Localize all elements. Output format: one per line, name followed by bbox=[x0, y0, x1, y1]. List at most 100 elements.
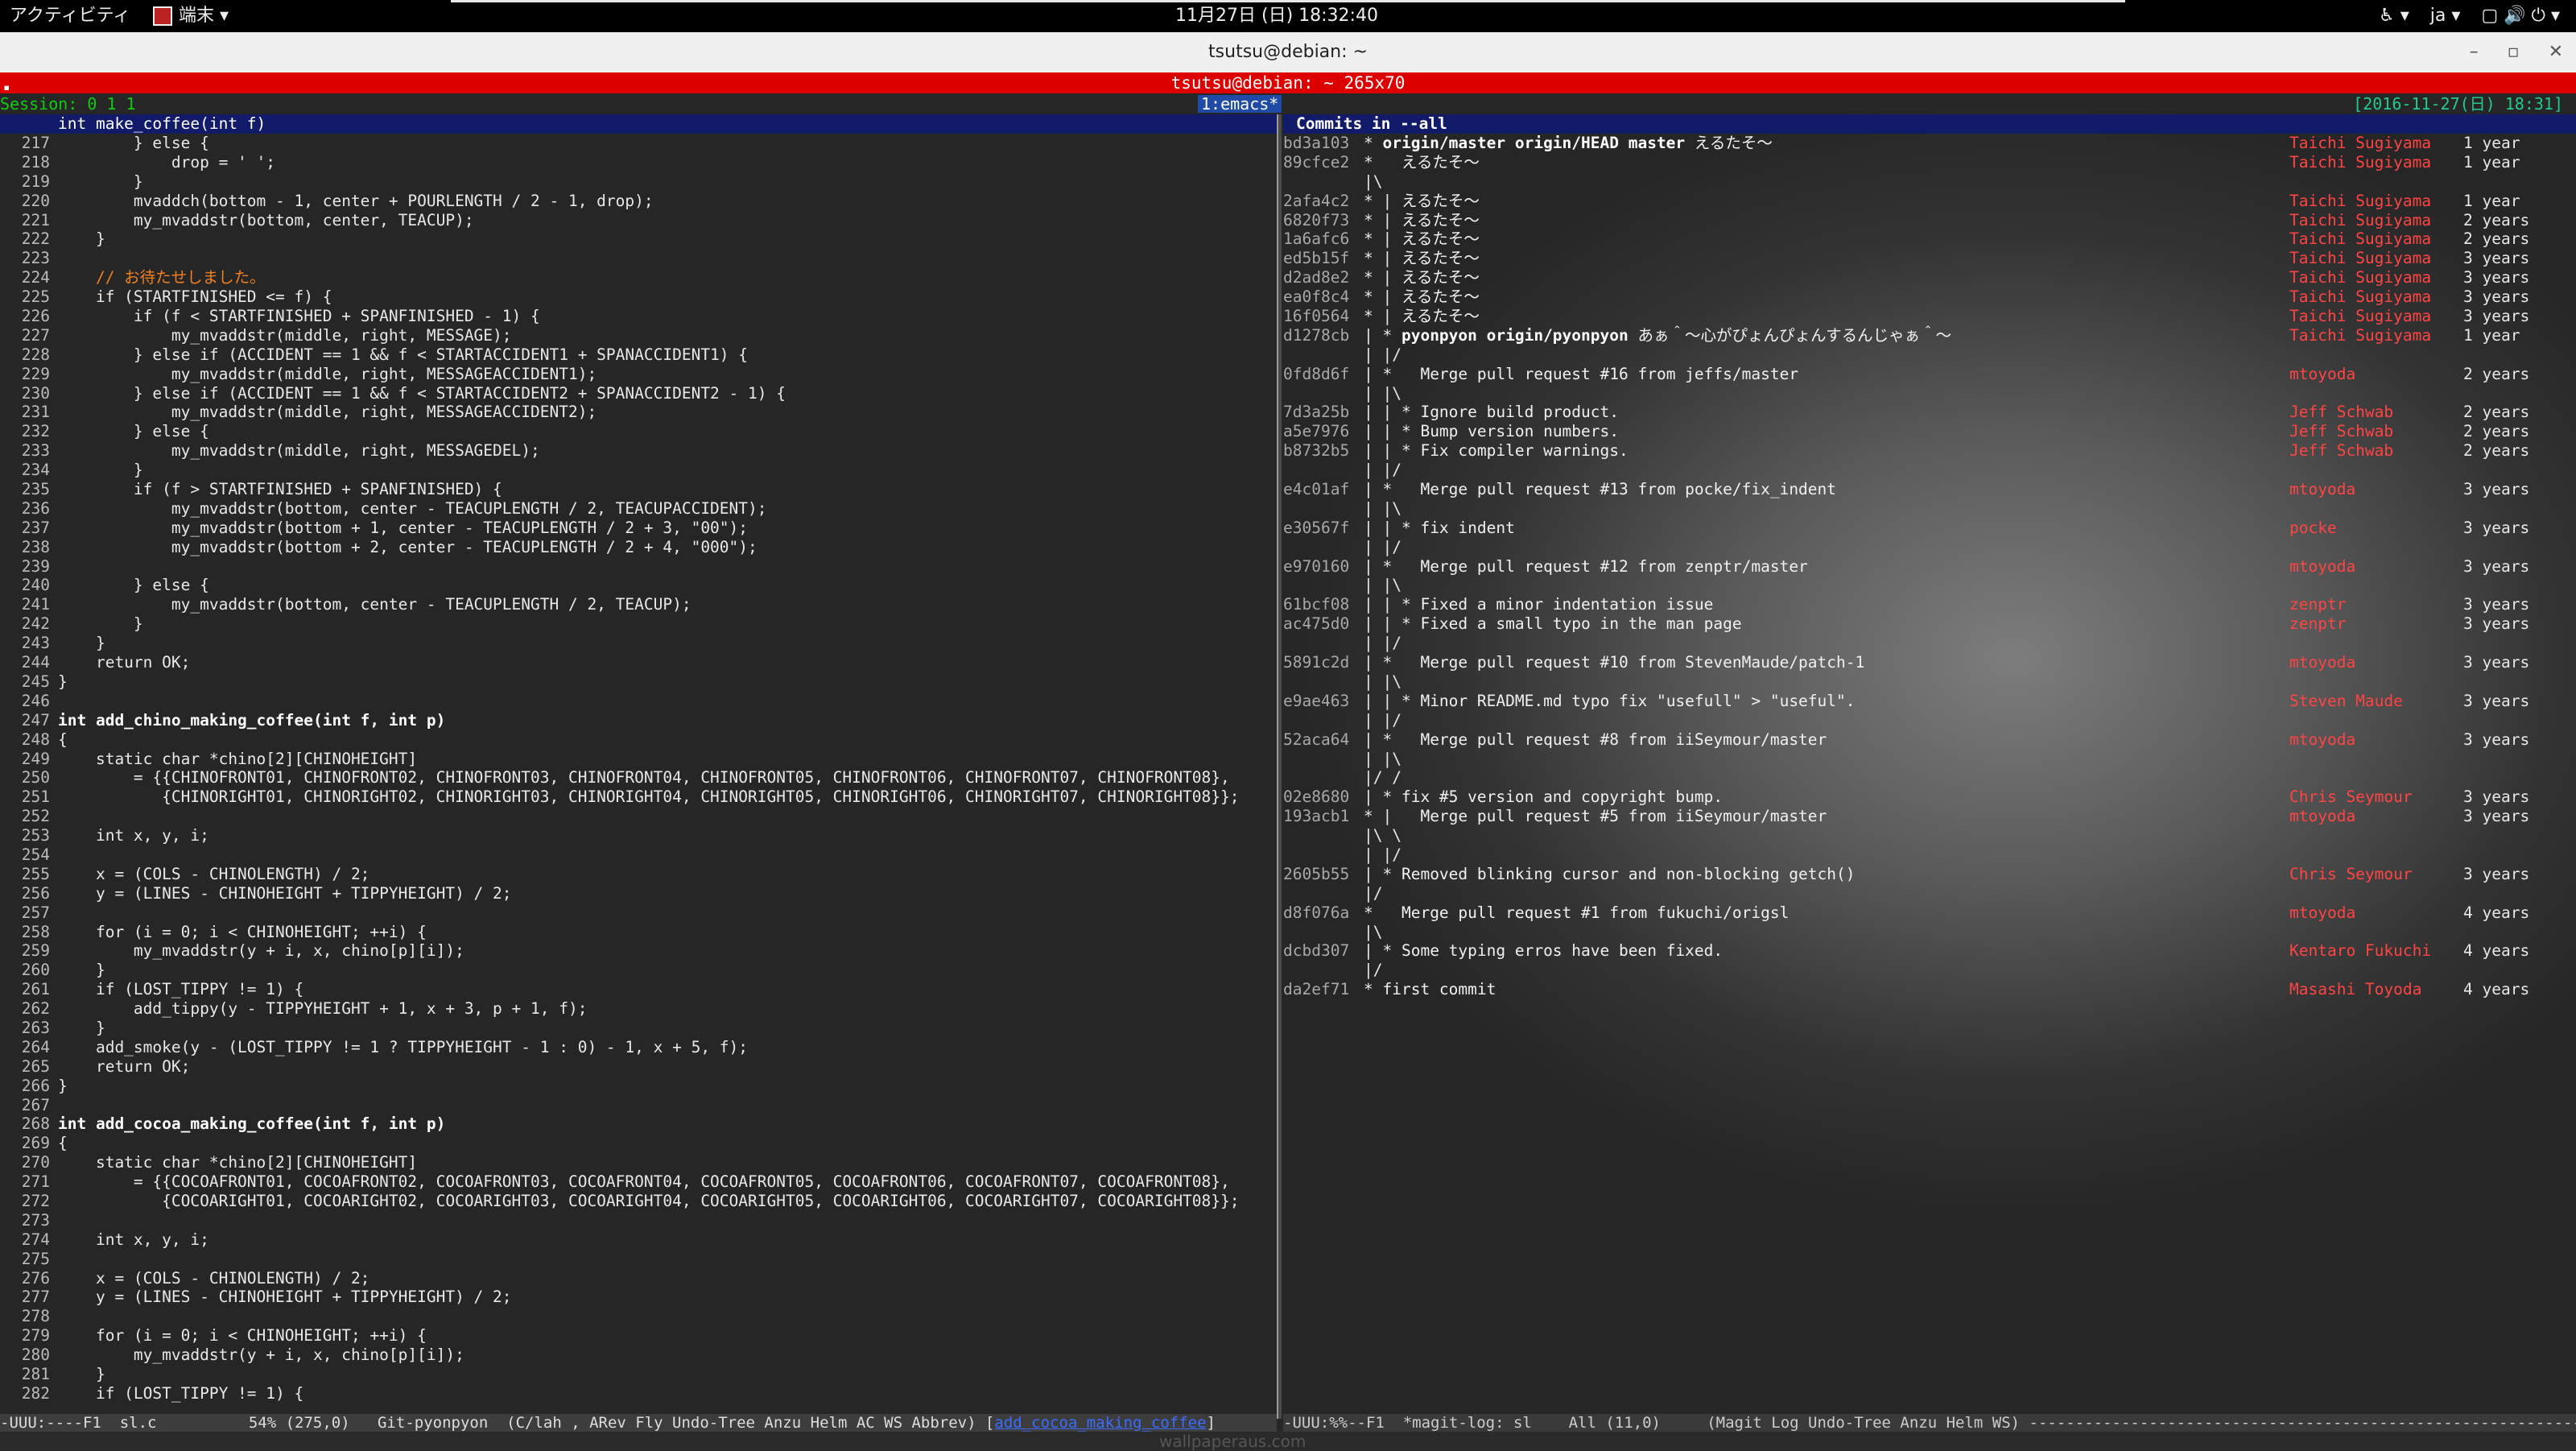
code-line[interactable]: 252 bbox=[0, 807, 1277, 826]
code-line[interactable]: 245} bbox=[0, 672, 1277, 692]
tmux-window-name[interactable]: 1:emacs* bbox=[1198, 95, 1282, 113]
commit-row[interactable]: e4c01af | * Merge pull request #13 from p… bbox=[1283, 480, 2576, 499]
maximize-button[interactable]: ▫ bbox=[2508, 32, 2520, 72]
commit-row[interactable]: 16f0564 * | えるたそ〜 Taichi Sugiyama 3 years bbox=[1283, 307, 2576, 326]
code-line[interactable]: 238 my_mvaddstr(bottom + 2, center - TEA… bbox=[0, 538, 1277, 557]
code-line[interactable]: 227 my_mvaddstr(middle, right, MESSAGE); bbox=[0, 326, 1277, 345]
code-line[interactable]: 254 bbox=[0, 845, 1277, 865]
commit-hash[interactable]: dcbd307 bbox=[1283, 941, 1360, 961]
code-line[interactable]: 262 add_tippy(y - TIPPYHEIGHT + 1, x + 3… bbox=[0, 999, 1277, 1019]
commit-hash[interactable]: 16f0564 bbox=[1283, 307, 1360, 326]
code-line[interactable]: 223 bbox=[0, 249, 1277, 268]
code-line[interactable]: 226 if (f < STARTFINISHED + SPANFINISHED… bbox=[0, 307, 1277, 326]
commit-hash[interactable]: ed5b15f bbox=[1283, 249, 1360, 268]
commit-hash[interactable]: e970160 bbox=[1283, 557, 1360, 577]
code-line[interactable]: 251 {CHINORIGHT01, CHINORIGHT02, CHINORI… bbox=[0, 788, 1277, 807]
system-menu[interactable]: ▢ 🔊 ⏻ ▾ bbox=[2481, 0, 2560, 32]
code-line[interactable]: 280 my_mvaddstr(y + i, x, chino[p][i]); bbox=[0, 1346, 1277, 1365]
code-line[interactable]: 242 } bbox=[0, 614, 1277, 634]
commit-hash[interactable]: 89cfce2 bbox=[1283, 153, 1360, 172]
commit-row[interactable]: 7d3a25b | | * Ignore build product. Jeff S… bbox=[1283, 403, 2576, 422]
commit-row[interactable]: 89cfce2 * えるたそ〜 Taichi Sugiyama 1 year bbox=[1283, 153, 2576, 172]
commit-row[interactable]: e970160 | * Merge pull request #12 from z… bbox=[1283, 557, 2576, 577]
code-line[interactable]: 220 mvaddch(bottom - 1, center + POURLEN… bbox=[0, 192, 1277, 211]
code-line[interactable]: 247 int add_chino_making_coffee(int f, in… bbox=[0, 711, 1277, 730]
commit-row[interactable]: 02e8680 | * fix #5 version and copyright … bbox=[1283, 788, 2576, 807]
code-line[interactable]: 241 my_mvaddstr(bottom, center - TEACUPL… bbox=[0, 595, 1277, 614]
commit-row[interactable]: d2ad8e2 * | えるたそ〜 Taichi Sugiyama 3 years bbox=[1283, 268, 2576, 287]
code-line[interactable]: 222 } bbox=[0, 229, 1277, 249]
commit-row[interactable]: e30567f | | * fix indent pocke 3 years bbox=[1283, 519, 2576, 538]
commit-row[interactable]: e9ae463 | | * Minor README.md typo fix "u… bbox=[1283, 692, 2576, 711]
code-line[interactable]: 235 if (f > STARTFINISHED + SPANFINISHED… bbox=[0, 480, 1277, 499]
commit-row[interactable]: dcbd307 | * Some typing erros have been f… bbox=[1283, 941, 2576, 961]
commit-row[interactable]: | |\ bbox=[1283, 384, 2576, 403]
code-line[interactable]: 272 {COCOARIGHT01, COCOARIGHT02, COCOARI… bbox=[0, 1192, 1277, 1211]
commit-row[interactable]: |/ bbox=[1283, 961, 2576, 980]
commit-row[interactable]: 61bcf08 | | * Fixed a minor indentation i… bbox=[1283, 595, 2576, 614]
activities-button[interactable]: アクティビティ bbox=[10, 0, 130, 32]
commit-row[interactable]: 1a6afc6 * | えるたそ〜 Taichi Sugiyama 2 years bbox=[1283, 229, 2576, 249]
commit-hash[interactable]: da2ef71 bbox=[1283, 980, 1360, 999]
commit-hash[interactable]: 6820f73 bbox=[1283, 211, 1360, 230]
code-line[interactable]: 249 static char *chino[2][CHINOHEIGHT] bbox=[0, 750, 1277, 769]
code-line[interactable]: 255 x = (COLS - CHINOLENGTH) / 2; bbox=[0, 865, 1277, 884]
code-line[interactable]: 229 my_mvaddstr(middle, right, MESSAGEAC… bbox=[0, 365, 1277, 384]
code-line[interactable]: 268 int add_cocoa_making_coffee(int f, in… bbox=[0, 1114, 1277, 1134]
commit-row[interactable]: da2ef71 * first commit Masashi Toyoda 4 yea… bbox=[1283, 980, 2576, 999]
input-method-menu[interactable]: ja ▾ bbox=[2430, 0, 2461, 32]
commit-hash[interactable]: 5891c2d bbox=[1283, 653, 1360, 672]
code-line[interactable]: 266} bbox=[0, 1077, 1277, 1096]
code-line[interactable]: 221 my_mvaddstr(bottom, center, TEACUP); bbox=[0, 211, 1277, 230]
code-line[interactable]: 276 x = (COLS - CHINOLENGTH) / 2; bbox=[0, 1269, 1277, 1288]
commit-row[interactable]: | |/ bbox=[1283, 634, 2576, 653]
code-line[interactable]: 236 my_mvaddstr(bottom, center - TEACUPL… bbox=[0, 499, 1277, 519]
code-line[interactable]: 228 } else if (ACCIDENT == 1 && f < STAR… bbox=[0, 345, 1277, 365]
code-line[interactable]: 246 bbox=[0, 692, 1277, 711]
window-titlebar[interactable]: tsutsu@debian: ~ – ▫ ✕ bbox=[0, 32, 2576, 72]
code-line[interactable]: 274 int x, y, i; bbox=[0, 1230, 1277, 1250]
commit-row[interactable]: | |/ bbox=[1283, 461, 2576, 480]
commit-row[interactable]: | |\ bbox=[1283, 750, 2576, 769]
code-line[interactable]: 277 y = (LINES - CHINOHEIGHT + TIPPYHEIG… bbox=[0, 1288, 1277, 1307]
code-line[interactable]: 257 bbox=[0, 903, 1277, 923]
commit-row[interactable]: |\ \ bbox=[1283, 826, 2576, 845]
commit-hash[interactable]: bd3a103 bbox=[1283, 134, 1360, 153]
commit-hash[interactable]: b8732b5 bbox=[1283, 441, 1360, 461]
commit-hash[interactable]: 61bcf08 bbox=[1283, 595, 1360, 614]
commit-hash[interactable]: 1a6afc6 bbox=[1283, 229, 1360, 249]
emacs-code-buffer[interactable]: int make_coffee(int f) 217 } else {218 d… bbox=[0, 114, 1277, 1414]
magit-log-buffer[interactable]: Commits in --all bd3a103 * origin/master … bbox=[1283, 114, 2576, 1414]
minimize-button[interactable]: – bbox=[2470, 32, 2479, 72]
code-line[interactable]: 248 { bbox=[0, 730, 1277, 750]
commit-row[interactable]: |\ bbox=[1283, 923, 2576, 942]
commit-row[interactable]: |/ / bbox=[1283, 768, 2576, 788]
which-function[interactable]: add_cocoa_making_coffee bbox=[994, 1414, 1206, 1432]
code-line[interactable]: 218 drop = ' '; bbox=[0, 153, 1277, 172]
code-line[interactable]: 232 } else { bbox=[0, 422, 1277, 441]
system-tray[interactable]: ♿ ▾ ja ▾ ▢ 🔊 ⏻ ▾ bbox=[2379, 0, 2560, 32]
code-line[interactable]: 237 my_mvaddstr(bottom + 1, center - TEA… bbox=[0, 519, 1277, 538]
commit-row[interactable]: 2605b55 | * Removed blinking cursor and n… bbox=[1283, 865, 2576, 884]
commit-row[interactable]: d1278cb | * pyonpyon origin/pyonpyon あぁ＾〜… bbox=[1283, 326, 2576, 345]
commit-hash[interactable]: d2ad8e2 bbox=[1283, 268, 1360, 287]
code-line[interactable]: 219 } bbox=[0, 172, 1277, 192]
code-line[interactable]: 281 } bbox=[0, 1365, 1277, 1384]
commit-row[interactable]: 0fd8d6f | * Merge pull request #16 from j… bbox=[1283, 365, 2576, 384]
commit-hash[interactable]: e30567f bbox=[1283, 519, 1360, 538]
code-line[interactable]: 279 for (i = 0; i < CHINOHEIGHT; ++i) { bbox=[0, 1326, 1277, 1346]
commit-row[interactable]: 2afa4c2 * | えるたそ〜 Taichi Sugiyama 1 year bbox=[1283, 192, 2576, 211]
code-line[interactable]: 258 for (i = 0; i < CHINOHEIGHT; ++i) { bbox=[0, 923, 1277, 942]
commit-row[interactable]: d8f076a * Merge pull request #1 from fuku… bbox=[1283, 903, 2576, 923]
commit-row[interactable]: 52aca64 | * Merge pull request #8 from ii… bbox=[1283, 730, 2576, 750]
commit-row[interactable]: |/ bbox=[1283, 884, 2576, 903]
code-line[interactable]: 263 } bbox=[0, 1019, 1277, 1038]
close-button[interactable]: ✕ bbox=[2549, 32, 2563, 72]
code-line[interactable]: 261 if (LOST_TIPPY != 1) { bbox=[0, 980, 1277, 999]
commit-row[interactable]: ed5b15f * | えるたそ〜 Taichi Sugiyama 3 years bbox=[1283, 249, 2576, 268]
code-line[interactable]: 244 return OK; bbox=[0, 653, 1277, 672]
commit-row[interactable]: | |/ bbox=[1283, 845, 2576, 865]
commit-row[interactable]: | |/ bbox=[1283, 345, 2576, 365]
code-line[interactable]: 231 my_mvaddstr(middle, right, MESSAGEAC… bbox=[0, 403, 1277, 422]
code-line[interactable]: 278 bbox=[0, 1307, 1277, 1326]
